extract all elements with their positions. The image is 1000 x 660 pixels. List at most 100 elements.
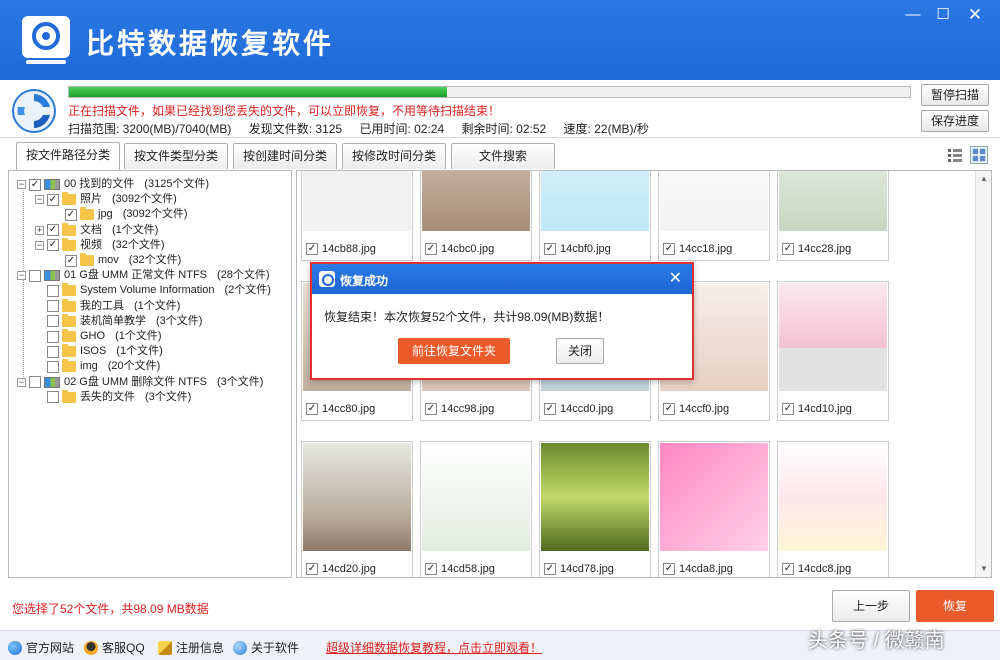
tree-item[interactable]: GHO (1个文件): [35, 329, 162, 344]
list-view-icon[interactable]: [946, 146, 964, 164]
thumbnail-checkbox[interactable]: ✓: [663, 403, 675, 415]
tree-item[interactable]: img (20个文件): [35, 359, 160, 374]
pause-scan-button[interactable]: 暂停扫描: [921, 84, 989, 106]
dialog-close-button[interactable]: 关闭: [556, 338, 604, 364]
thumbnail-image: [779, 283, 887, 391]
folder-icon: [62, 344, 76, 358]
folder-icon: [80, 253, 94, 266]
thumbnail-checkbox[interactable]: ✓: [663, 563, 675, 575]
tree-item[interactable]: + ✓ 文档 (1个文件): [35, 222, 158, 238]
maximize-icon[interactable]: ☐: [930, 4, 956, 26]
about-software-link[interactable]: 关于软件: [233, 639, 299, 656]
scroll-up-icon[interactable]: ▲: [976, 171, 991, 187]
thumbnail-checkbox[interactable]: ✓: [663, 243, 675, 255]
tree-item-checkbox[interactable]: [29, 269, 41, 282]
tree-item[interactable]: − ✓ 照片 (3092个文件): [35, 192, 177, 207]
save-progress-button[interactable]: 保存进度: [921, 110, 989, 132]
tree-item[interactable]: 丢失的文件 (3个文件): [35, 389, 191, 405]
thumbnail-checkbox[interactable]: ✓: [306, 243, 318, 255]
thumbnail-checkbox[interactable]: ✓: [782, 403, 794, 415]
file-thumbnail[interactable]: ✓ 14cd78.jpg: [539, 441, 651, 577]
thumbnail-checkbox[interactable]: ✓: [544, 563, 556, 575]
tree-item-count: (32个文件): [112, 238, 165, 251]
expand-icon[interactable]: +: [35, 225, 44, 235]
file-thumbnail[interactable]: ✓ 14cbf0.jpg: [539, 171, 651, 261]
thumbnail-view-icon[interactable]: [970, 146, 988, 164]
tab-by-type[interactable]: 按文件类型分类: [124, 143, 228, 169]
tree-item[interactable]: 装机简单教学 (3个文件): [35, 313, 202, 329]
tree-item[interactable]: − 01 G盘 UMM 正常文件 NTFS (28个文件): [17, 268, 270, 283]
recover-button[interactable]: 恢复: [916, 590, 994, 622]
tree-item-checkbox[interactable]: [29, 376, 41, 389]
tree-item-checkbox[interactable]: [47, 300, 59, 313]
file-thumbnail[interactable]: ✓ 14cc18.jpg: [658, 171, 770, 261]
scan-progress-fill: [69, 87, 448, 97]
open-recovery-folder-button[interactable]: 前往恢复文件夹: [398, 338, 510, 364]
thumbnail-checkbox[interactable]: ✓: [425, 243, 437, 255]
tab-by-path[interactable]: 按文件路径分类: [16, 142, 120, 170]
file-thumbnail[interactable]: ✓ 14cdc8.jpg: [777, 441, 889, 577]
tree-item[interactable]: − 02 G盘 UMM 删除文件 NTFS (3个文件): [17, 375, 263, 390]
tree-item-checkbox[interactable]: ✓: [47, 224, 59, 237]
tutorial-link[interactable]: 超级详细数据恢复教程，点击立即观看！: [326, 639, 542, 656]
collapse-icon[interactable]: −: [17, 271, 26, 281]
tree-item-checkbox[interactable]: [47, 360, 59, 373]
thumbnail-checkbox[interactable]: ✓: [782, 243, 794, 255]
tab-by-created[interactable]: 按创建时间分类: [233, 143, 337, 169]
elapsed-time: 已用时间: 02:24: [359, 122, 445, 136]
file-thumbnail[interactable]: ✓ 14cc28.jpg: [777, 171, 889, 261]
tree-item[interactable]: − ✓ 00 找到的文件 (3125个文件): [17, 177, 209, 192]
file-thumbnail[interactable]: ✓ 14cd20.jpg: [301, 441, 413, 577]
tree-item[interactable]: 我的工具 (1个文件): [35, 298, 180, 314]
official-website-link[interactable]: 官方网站: [8, 639, 74, 656]
thumbnail-checkbox[interactable]: ✓: [425, 563, 437, 575]
previous-step-button[interactable]: 上一步: [832, 590, 910, 622]
thumbnail-checkbox[interactable]: ✓: [306, 403, 318, 415]
tree-item-checkbox[interactable]: [47, 315, 59, 328]
register-info-link[interactable]: 注册信息: [158, 639, 224, 656]
collapse-icon[interactable]: −: [35, 195, 44, 205]
tree-item-checkbox[interactable]: [47, 345, 59, 358]
tab-file-search[interactable]: 文件搜索: [451, 143, 555, 169]
tree-item[interactable]: ✓ mov (32个文件): [53, 253, 181, 268]
dialog-close-icon[interactable]: ✕: [669, 268, 682, 288]
thumbnail-checkbox[interactable]: ✓: [782, 563, 794, 575]
remaining-time: 剩余时间: 02:52: [461, 122, 547, 136]
collapse-icon[interactable]: −: [17, 377, 26, 387]
tree-item[interactable]: − ✓ 视频 (32个文件): [35, 237, 165, 253]
tree-item-checkbox[interactable]: ✓: [47, 239, 59, 252]
file-thumbnail[interactable]: ✓ 14cbc0.jpg: [420, 171, 532, 261]
collapse-icon[interactable]: −: [35, 240, 44, 250]
tree-item[interactable]: ISOS (1个文件): [35, 344, 163, 359]
file-thumbnail[interactable]: ✓ 14cd58.jpg: [420, 441, 532, 577]
tree-item-checkbox[interactable]: [47, 391, 59, 404]
support-qq-link[interactable]: 客服QQ: [84, 639, 145, 656]
file-thumbnail[interactable]: ✓ 14cb88.jpg: [301, 171, 413, 261]
close-window-icon[interactable]: ✕: [962, 4, 988, 26]
tree-item[interactable]: System Volume Information (2个文件): [35, 283, 271, 298]
tree-item-checkbox[interactable]: ✓: [65, 254, 77, 267]
thumbnail-checkbox[interactable]: ✓: [544, 243, 556, 255]
file-thumbnail[interactable]: ✓ 14cda8.jpg: [658, 441, 770, 577]
scroll-down-icon[interactable]: ▼: [976, 561, 991, 577]
tree-item-checkbox[interactable]: [47, 284, 59, 297]
file-thumbnail[interactable]: ✓ 14cd10.jpg: [777, 281, 889, 421]
collapse-icon[interactable]: −: [17, 180, 26, 189]
folder-tree: − ✓ 00 找到的文件 (3125个文件) − ✓ 照片 (3092个文件) ✓ jpg (309…: [8, 170, 292, 578]
tree-item-checkbox[interactable]: [47, 330, 59, 343]
tree-item-label: 我的工具: [80, 299, 124, 312]
grid-scrollbar[interactable]: ▲ ▼: [975, 171, 991, 577]
tree-item[interactable]: ✓ jpg (3092个文件): [53, 207, 187, 222]
thumbnail-image: [541, 171, 649, 231]
tab-by-modified[interactable]: 按修改时间分类: [342, 143, 446, 169]
tree-item-checkbox[interactable]: ✓: [47, 193, 59, 206]
thumbnail-caption: ✓ 14cc98.jpg: [425, 403, 494, 415]
thumbnail-checkbox[interactable]: ✓: [544, 403, 556, 415]
minimize-icon[interactable]: —: [900, 4, 926, 26]
official-website-label: 官方网站: [26, 641, 75, 655]
drive-icon: [44, 376, 60, 388]
thumbnail-checkbox[interactable]: ✓: [306, 563, 318, 575]
tree-item-checkbox[interactable]: ✓: [29, 178, 41, 191]
thumbnail-checkbox[interactable]: ✓: [425, 403, 437, 415]
tree-item-checkbox[interactable]: ✓: [65, 208, 77, 221]
